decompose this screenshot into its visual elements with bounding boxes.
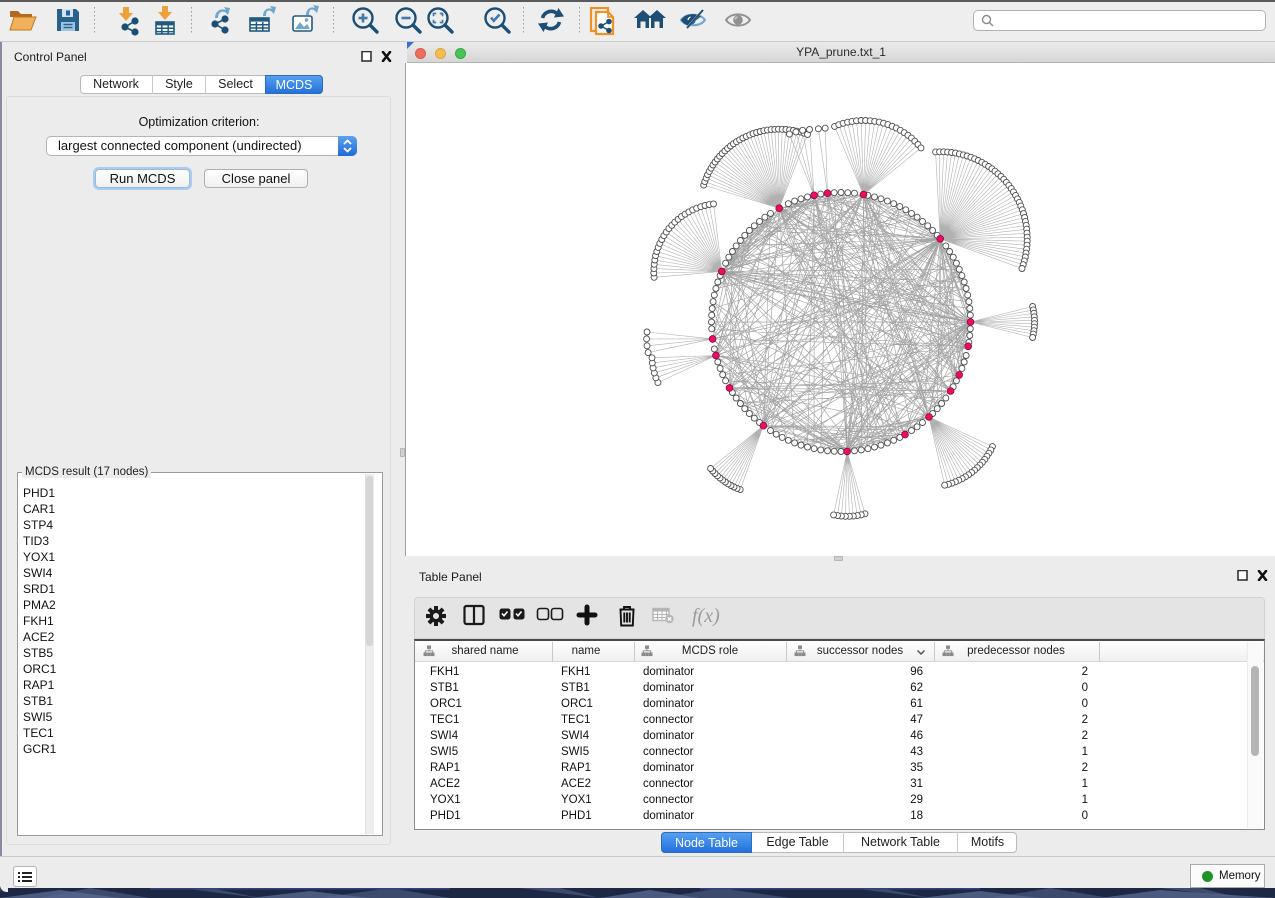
svg-text:f(x): f(x)	[692, 605, 720, 627]
